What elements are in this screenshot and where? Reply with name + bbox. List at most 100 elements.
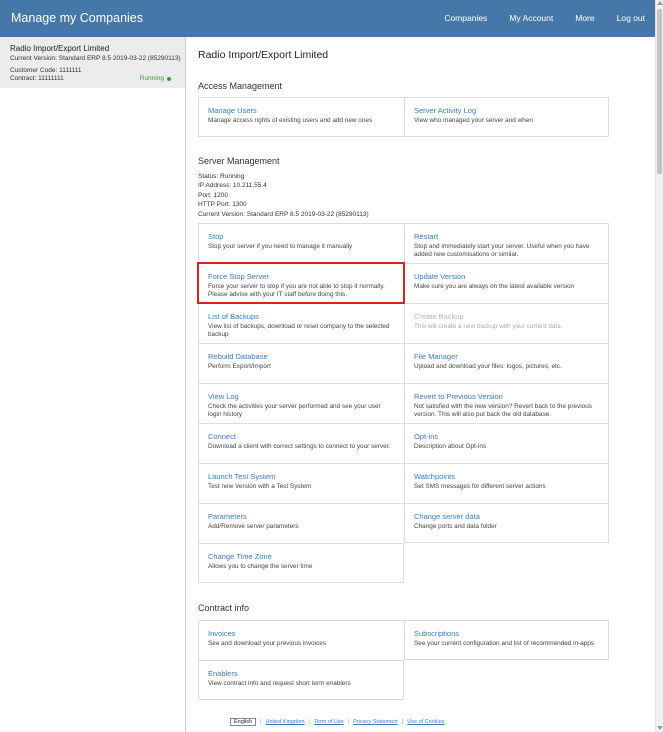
status-dot-icon bbox=[167, 76, 171, 81]
watchpoints-link[interactable]: Watchpoints bbox=[414, 472, 599, 481]
top-nav: Companies My Account More Log out bbox=[444, 13, 645, 23]
nav-companies[interactable]: Companies bbox=[444, 13, 487, 23]
section-title-contract: Contract info bbox=[198, 603, 250, 613]
section-title-access: Access Management bbox=[198, 81, 283, 91]
card-description: Make sure you are always on the latest a… bbox=[414, 283, 575, 290]
top-bar: Manage my Companies Companies My Account… bbox=[0, 0, 655, 37]
card-enablers: Enablers View contract info and request … bbox=[198, 660, 404, 700]
card-update-version: Update Version Make sure you are always … bbox=[404, 263, 609, 303]
scroll-thumb[interactable] bbox=[657, 9, 662, 174]
card-force-stop-server: Force Stop Server Force your server to s… bbox=[197, 262, 405, 304]
change-time-zone-link[interactable]: Change Time Zone bbox=[208, 552, 394, 561]
server-http-port: HTTP Port: 1300 bbox=[198, 201, 247, 209]
opt-ins-link[interactable]: Opt-ins bbox=[414, 432, 599, 441]
nav-more[interactable]: More bbox=[575, 13, 594, 23]
card-description: Stop and immediately start your server. … bbox=[414, 243, 590, 259]
section-title-server: Server Management bbox=[198, 156, 280, 166]
card-description: Add/Remove server parameters bbox=[208, 523, 299, 530]
server-management-grid: Stop Stop your server if you need to man… bbox=[197, 223, 609, 583]
customer-code: Customer Code: 1111111 bbox=[10, 67, 82, 74]
divider: | bbox=[401, 719, 404, 725]
parameters-link[interactable]: Parameters bbox=[208, 512, 395, 521]
enablers-link[interactable]: Enablers bbox=[208, 669, 394, 678]
card-restart: Restart Stop and immediately start your … bbox=[404, 223, 609, 263]
card-description: Description about Opt-ins bbox=[414, 443, 487, 450]
rebuild-database-link[interactable]: Rebuild Database bbox=[208, 352, 395, 361]
status-badge: Running bbox=[140, 75, 171, 82]
card-invoices: Invoices See and download your previous … bbox=[198, 620, 404, 660]
divider: | bbox=[308, 719, 311, 725]
server-status: Status: Running bbox=[198, 173, 245, 180]
card-description: Upload and download your files: logos, p… bbox=[414, 363, 562, 370]
subscriptions-link[interactable]: Subscriptions bbox=[414, 629, 599, 638]
card-description: See your current configuration and list … bbox=[414, 640, 595, 647]
language-selector[interactable]: English bbox=[230, 718, 257, 726]
footer-link-terms[interactable]: Term of Use bbox=[314, 719, 344, 725]
page-title: Radio Import/Export Limited bbox=[198, 49, 329, 61]
card-description: Stop your server if you need to manage i… bbox=[208, 243, 353, 250]
card-connect: Connect Download a client with correct s… bbox=[198, 423, 404, 463]
launch-test-system-link[interactable]: Launch Test System bbox=[208, 472, 395, 481]
card-manage-users: Manage Users Manage access rights of exi… bbox=[198, 97, 404, 137]
server-port: Port: 1200 bbox=[198, 191, 228, 199]
card-list-of-backups: List of Backups View list of backups, do… bbox=[198, 303, 404, 343]
force-stop-server-link[interactable]: Force Stop Server bbox=[208, 272, 395, 281]
card-watchpoints: Watchpoints Set SMS messages for differe… bbox=[404, 463, 609, 503]
nav-log-out[interactable]: Log out bbox=[617, 13, 645, 23]
server-activity-log-link[interactable]: Server Activity Log bbox=[414, 106, 599, 115]
card-description: Test new Version with a Test System bbox=[208, 483, 312, 490]
scroll-down-icon[interactable] bbox=[657, 726, 663, 730]
card-description: View who managed your server and when bbox=[414, 117, 533, 124]
server-ip: IP Address: 10.211.55.4 bbox=[198, 182, 267, 190]
card-description: View contract info and request short ter… bbox=[208, 680, 351, 687]
restart-link[interactable]: Restart bbox=[414, 232, 599, 241]
card-description: Not satisfied with the new version? Reve… bbox=[414, 403, 592, 419]
footer-link-country[interactable]: United Kingdom bbox=[265, 719, 304, 725]
divider: | bbox=[260, 719, 262, 725]
create-backup-link: Create Backup bbox=[414, 312, 464, 321]
file-manager-link[interactable]: File Manager bbox=[414, 352, 599, 361]
divider: | bbox=[347, 719, 350, 725]
card-file-manager: File Manager Upload and download your fi… bbox=[404, 343, 609, 383]
nav-my-account[interactable]: My Account bbox=[509, 13, 553, 23]
footer-link-privacy[interactable]: Privacy Statement bbox=[353, 719, 398, 725]
card-rebuild-database: Rebuild Database Perform Export/Import bbox=[198, 343, 404, 383]
view-log-link[interactable]: View Log bbox=[208, 392, 395, 401]
contract-info-grid: Invoices See and download your previous … bbox=[198, 620, 609, 700]
card-server-activity-log: Server Activity Log View who managed you… bbox=[404, 97, 609, 137]
card-subscriptions: Subscriptions See your current configura… bbox=[404, 620, 609, 660]
invoices-link[interactable]: Invoices bbox=[208, 629, 395, 638]
status-label: Running bbox=[139, 75, 164, 82]
card-view-log: View Log Check the activities your serve… bbox=[198, 383, 404, 423]
card-description: This will create a new backup with your … bbox=[414, 323, 563, 330]
company-version: Current Version: Standard ERP 8.5 2019-0… bbox=[10, 55, 181, 62]
app-title[interactable]: Manage my Companies bbox=[11, 11, 143, 25]
connect-link[interactable]: Connect bbox=[208, 432, 395, 441]
footer-link-cookies[interactable]: Use of Cookies bbox=[407, 719, 444, 725]
card-description: Manage access rights of existing users a… bbox=[208, 117, 373, 124]
card-description: Force your server to stop if you are not… bbox=[208, 283, 385, 299]
company-card-selected[interactable]: Radio Import/Export Limited Current Vers… bbox=[0, 37, 185, 88]
card-description: See and download your previous invoices bbox=[208, 640, 326, 647]
card-stop: Stop Stop your server if you need to man… bbox=[198, 223, 404, 263]
card-change-server-data: Change server data Change ports and data… bbox=[404, 503, 609, 543]
list-of-backups-link[interactable]: List of Backups bbox=[208, 312, 395, 321]
update-version-link[interactable]: Update Version bbox=[414, 272, 599, 281]
card-description: Change ports and data folder bbox=[414, 523, 497, 530]
card-description: Allows you to change the server time bbox=[208, 563, 313, 570]
revert-version-link[interactable]: Revert to Previous Version bbox=[414, 392, 599, 401]
manage-users-link[interactable]: Manage Users bbox=[208, 106, 395, 115]
card-description: View list of backups, download or reset … bbox=[208, 323, 390, 339]
change-server-data-link[interactable]: Change server data bbox=[414, 512, 599, 521]
company-name: Radio Import/Export Limited bbox=[10, 44, 110, 53]
card-change-time-zone: Change Time Zone Allows you to change th… bbox=[198, 543, 404, 583]
scroll-up-icon[interactable] bbox=[657, 1, 663, 5]
card-description: Check the activities your server perform… bbox=[208, 403, 381, 419]
card-opt-ins: Opt-ins Description about Opt-ins bbox=[404, 423, 609, 463]
stop-link[interactable]: Stop bbox=[208, 232, 395, 241]
card-description: Download a client with correct settings … bbox=[208, 443, 391, 450]
card-revert-version: Revert to Previous Version Not satisfied… bbox=[404, 383, 609, 423]
server-version: Current Version: Standard ERP 8.5 2019-0… bbox=[198, 210, 369, 218]
access-management-grid: Manage Users Manage access rights of exi… bbox=[198, 97, 609, 137]
page-scrollbar[interactable] bbox=[655, 0, 663, 732]
